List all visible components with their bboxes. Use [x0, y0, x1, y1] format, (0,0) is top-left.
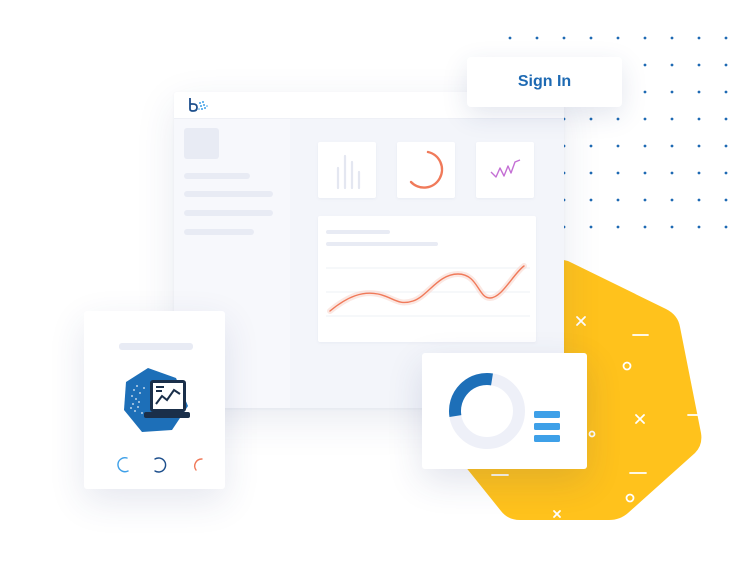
- dot: [697, 198, 701, 202]
- dot: [697, 171, 701, 175]
- dot: [670, 90, 674, 94]
- dashboard-hexagon-icon: [124, 368, 190, 432]
- dot: [643, 90, 647, 94]
- dot: [670, 36, 674, 40]
- dot: [724, 117, 728, 121]
- sidebar-line-placeholder: [184, 173, 250, 179]
- dot: [589, 198, 593, 202]
- sidebar-line-placeholder: [184, 210, 273, 216]
- card-title-placeholder: [119, 343, 193, 350]
- dot: [670, 171, 674, 175]
- dot: [616, 117, 620, 121]
- dot: [616, 36, 620, 40]
- dot: [643, 225, 647, 229]
- dot: [670, 63, 674, 67]
- dot: [643, 198, 647, 202]
- dot: [589, 144, 593, 148]
- dot: [589, 117, 593, 121]
- feature-icon-card: [84, 311, 225, 489]
- dot: [670, 144, 674, 148]
- dot: [670, 198, 674, 202]
- sidebar-line-placeholder: [184, 191, 273, 197]
- dot: [616, 198, 620, 202]
- dot: [643, 36, 647, 40]
- dot: [616, 144, 620, 148]
- sparkline-icon: [490, 159, 521, 178]
- dot: [697, 63, 701, 67]
- line-chart-card: [318, 216, 536, 342]
- dot: [616, 225, 620, 229]
- bar-chart-card: [318, 142, 376, 198]
- dot: [670, 117, 674, 121]
- dot: [724, 225, 728, 229]
- dot: [643, 117, 647, 121]
- dot: [697, 225, 701, 229]
- sign-in-label: Sign In: [517, 73, 572, 90]
- sidebar-avatar-placeholder: [184, 128, 219, 159]
- loading-spinners: [117, 457, 203, 473]
- dot: [670, 225, 674, 229]
- sign-in-button[interactable]: Sign In: [467, 57, 622, 107]
- dot: [697, 117, 701, 121]
- dot: [589, 225, 593, 229]
- ring-chart-card: [397, 142, 455, 198]
- donut-chart: [449, 373, 525, 449]
- sparkline-card: [476, 142, 534, 198]
- dot: [724, 63, 728, 67]
- dot: [643, 144, 647, 148]
- bar-chart-icon: [336, 154, 361, 190]
- dot: [562, 36, 566, 40]
- donut-chart-card: [422, 353, 587, 469]
- dot: [697, 90, 701, 94]
- dot: [724, 90, 728, 94]
- dot: [724, 36, 728, 40]
- dot: [589, 171, 593, 175]
- brand-logo-icon: [189, 98, 208, 112]
- dot: [643, 171, 647, 175]
- dot: [508, 36, 512, 40]
- dot: [535, 36, 539, 40]
- dot: [589, 36, 593, 40]
- dot: [697, 36, 701, 40]
- dot: [616, 171, 620, 175]
- dot: [724, 171, 728, 175]
- sidebar-line-placeholder: [184, 229, 254, 235]
- dot: [724, 198, 728, 202]
- menu-lines-icon: [534, 411, 560, 442]
- donut-progress-arc: [449, 373, 493, 417]
- dot: [643, 63, 647, 67]
- ring-chart-icon: [409, 150, 444, 189]
- dot: [697, 144, 701, 148]
- dot: [724, 144, 728, 148]
- line-chart: [326, 263, 530, 317]
